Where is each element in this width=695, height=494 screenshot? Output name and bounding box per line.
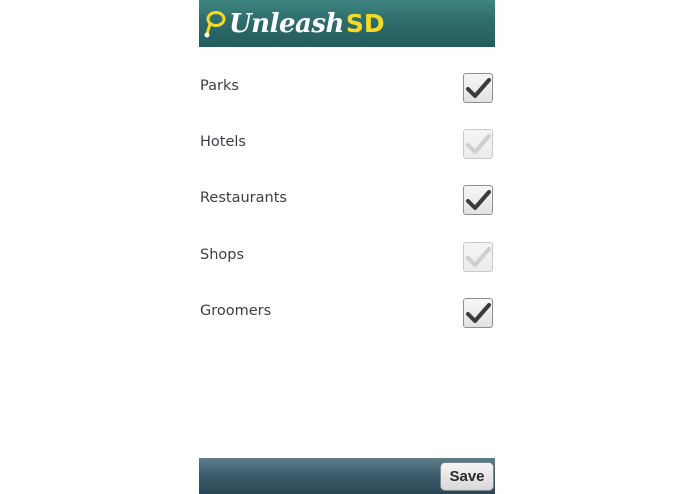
bottom-toolbar: Save xyxy=(199,458,495,494)
logo-wordmark: Unleash xyxy=(229,9,344,39)
logo-accent: SD xyxy=(345,9,385,38)
app-logo: Unleash SD xyxy=(203,8,385,40)
checkmark-icon xyxy=(466,134,491,154)
filter-row-parks: Parks xyxy=(199,60,495,116)
filter-row-hotels: Hotels xyxy=(199,116,495,172)
filter-label: Shops xyxy=(200,247,245,263)
filter-label: Restaurants xyxy=(200,190,287,206)
checkmark-icon xyxy=(466,303,491,323)
save-button[interactable]: Save xyxy=(440,462,494,491)
filter-label: Hotels xyxy=(200,134,246,150)
filter-label: Groomers xyxy=(200,303,272,319)
app-screen: Unleash SD Parks Hotels Restaurants Shop… xyxy=(199,0,495,494)
restaurants-checkbox[interactable] xyxy=(463,185,493,215)
parks-checkbox[interactable] xyxy=(463,73,493,103)
shops-checkbox[interactable] xyxy=(463,242,493,272)
hotels-checkbox[interactable] xyxy=(463,129,493,159)
groomers-checkbox[interactable] xyxy=(463,298,493,328)
filter-row-shops: Shops xyxy=(199,229,495,285)
app-header: Unleash SD xyxy=(199,0,495,47)
checkmark-icon xyxy=(466,190,491,210)
filter-row-restaurants: Restaurants xyxy=(199,172,495,228)
filter-row-groomers: Groomers xyxy=(199,285,495,341)
checkmark-icon xyxy=(466,78,491,98)
leash-icon xyxy=(204,11,226,38)
filter-label: Parks xyxy=(200,78,239,94)
checkmark-icon xyxy=(466,247,491,267)
